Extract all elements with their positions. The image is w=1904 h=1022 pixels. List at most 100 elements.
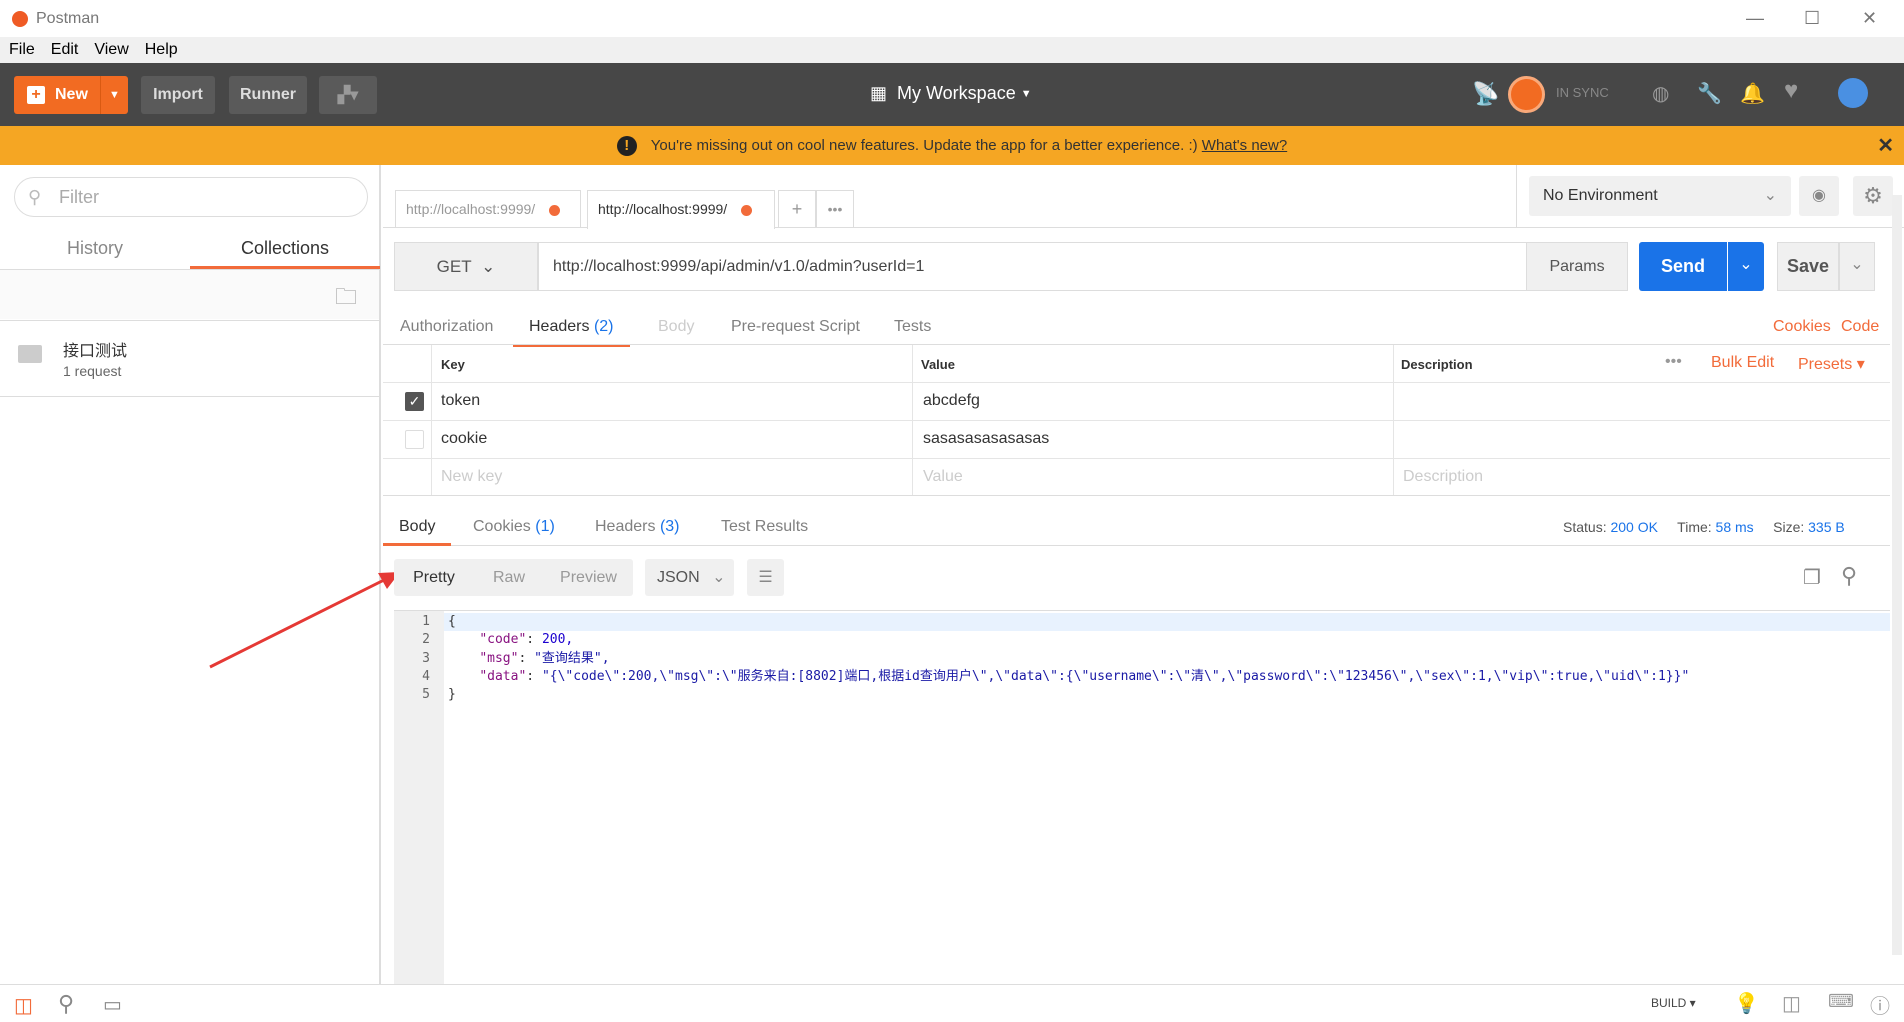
pretty-button[interactable]: Pretty (394, 559, 474, 596)
new-dropdown-icon[interactable]: ▼ (100, 76, 128, 114)
workspace-name: My Workspace (897, 83, 1016, 103)
toggle-sidebar-icon[interactable]: ◫ (14, 993, 33, 1018)
response-tab-body[interactable]: Body (383, 504, 452, 546)
help-icon[interactable]: ⓘ (1870, 990, 1890, 1019)
folder-icon (18, 345, 42, 363)
response-tab-cookies[interactable]: Cookies (1) (473, 504, 555, 544)
tab-body[interactable]: Body (658, 304, 694, 344)
whats-new-link[interactable]: What's new? (1202, 137, 1287, 154)
send-dropdown-icon[interactable]: ⌄ (1728, 242, 1764, 291)
new-tab-button[interactable]: + (778, 190, 816, 227)
column-description: Description (1401, 357, 1473, 372)
new-button[interactable]: + New ▼ (14, 76, 128, 114)
console-icon[interactable]: ▭ (103, 992, 122, 1017)
globe-icon[interactable]: ◍ (1652, 81, 1669, 106)
toolbar: + New ▼ Import Runner ▞▾ ▦ My Workspace ▼… (0, 63, 1904, 126)
header-checkbox-checked[interactable]: ✓ (405, 392, 424, 411)
url-input[interactable]: http://localhost:9999/api/admin/v1.0/adm… (538, 242, 1528, 291)
search-icon[interactable]: ⚲ (58, 991, 74, 1017)
chevron-down-icon: ⌄ (1763, 187, 1777, 204)
filter-input[interactable]: Filter (14, 177, 368, 217)
search-icon[interactable]: ⚲ (1841, 563, 1857, 589)
wrap-lines-icon[interactable]: ☰ (747, 559, 784, 596)
runner-button[interactable]: Runner (229, 76, 307, 114)
menu-file[interactable]: File (9, 41, 35, 59)
header-checkbox-unchecked[interactable] (405, 430, 424, 449)
status-value: 200 OK (1610, 519, 1658, 535)
new-value-input[interactable]: Value (923, 468, 963, 486)
plus-icon: + (27, 86, 45, 104)
preview-button[interactable]: Preview (544, 559, 633, 596)
tab-options-icon[interactable]: ••• (816, 190, 854, 227)
title-bar: Postman — ☐ ✕ (0, 0, 1904, 37)
satellite-icon[interactable]: 📡 (1472, 81, 1499, 107)
menu-edit[interactable]: Edit (51, 41, 79, 59)
presets-dropdown[interactable]: Presets ▾ (1798, 354, 1865, 374)
window-title: Postman (36, 9, 100, 27)
header-key[interactable]: cookie (441, 430, 487, 448)
tab-pre-request-script[interactable]: Pre-request Script (731, 304, 860, 344)
response-tab-headers[interactable]: Headers (3) (595, 504, 680, 544)
environment-select[interactable]: No Environment ⌄ (1529, 176, 1791, 216)
code-link[interactable]: Code (1841, 304, 1879, 344)
wrench-icon[interactable]: 🔧 (1697, 81, 1722, 106)
workspace-switcher[interactable]: ▦ My Workspace ▼ (870, 83, 1032, 104)
request-tab-1[interactable]: http://localhost:9999/ (395, 190, 581, 227)
code-text: "data": "{\"code\":200,\"msg\":\"服务来自:[8… (479, 668, 1690, 684)
maximize-button[interactable]: ☐ (1804, 8, 1820, 29)
tab-tests[interactable]: Tests (894, 304, 931, 344)
header-key[interactable]: token (441, 392, 480, 410)
warning-icon: ! (616, 135, 637, 156)
header-value[interactable]: sasasasasasasas (923, 430, 1049, 448)
status-bar: ◫ ⚲ ▭ BUILD ▾ 💡 ◫ ⌨ ⓘ (0, 984, 1904, 1022)
minimize-button[interactable]: — (1746, 8, 1764, 29)
more-options-icon[interactable]: ••• (1665, 353, 1682, 371)
new-key-input[interactable]: New key (441, 468, 502, 486)
collection-item[interactable]: 接口测试 1 request (0, 320, 379, 397)
tab-headers[interactable]: Headers (2) (513, 304, 630, 347)
new-description-input[interactable]: Description (1403, 468, 1483, 486)
unsaved-dot-icon (741, 204, 753, 216)
heart-icon[interactable]: ♥ (1784, 77, 1798, 105)
two-pane-icon[interactable]: ◫ (1782, 991, 1801, 1016)
params-button[interactable]: Params (1526, 242, 1628, 291)
request-tab-2-active[interactable]: http://localhost:9999/ (587, 190, 775, 229)
raw-button[interactable]: Raw (474, 559, 544, 596)
scrollbar[interactable] (1892, 195, 1902, 955)
tab-authorization[interactable]: Authorization (400, 304, 493, 344)
response-body-editor[interactable]: 1{2 "code": 200, 3 "msg": "查询结果", 4 "data"… (394, 610, 1890, 985)
menu-help[interactable]: Help (145, 41, 178, 59)
time-value: 58 ms (1715, 519, 1754, 535)
method-select[interactable]: GET ⌄ (394, 242, 538, 291)
copy-icon[interactable]: ❐ (1803, 565, 1821, 590)
gear-icon[interactable]: ⚙ (1853, 176, 1893, 216)
avatar[interactable] (1838, 78, 1868, 108)
lightbulb-icon[interactable]: 💡 (1734, 991, 1759, 1016)
tab-history[interactable]: History (0, 227, 190, 269)
send-button[interactable]: Send (1639, 242, 1727, 291)
close-button[interactable]: ✕ (1862, 8, 1877, 29)
sync-icon[interactable] (1508, 76, 1545, 113)
header-value[interactable]: abcdefg (923, 392, 980, 410)
build-menu[interactable]: BUILD ▾ (1651, 996, 1696, 1010)
update-banner: ! You're missing out on cool new feature… (0, 126, 1904, 165)
new-window-icon[interactable]: ▞▾ (319, 76, 377, 114)
response-tab-test-results[interactable]: Test Results (721, 504, 808, 544)
save-dropdown-icon[interactable]: ⌄ (1839, 242, 1875, 291)
new-collection-icon[interactable]: 🗀 (335, 280, 357, 318)
headers-table: Key Value Description ••• Bulk Edit Pres… (383, 344, 1890, 496)
line-number: 3 (422, 650, 430, 666)
menu-view[interactable]: View (94, 41, 128, 59)
import-button[interactable]: Import (141, 76, 215, 114)
keyboard-icon[interactable]: ⌨ (1828, 991, 1854, 1012)
banner-close-icon[interactable]: ✕ (1877, 133, 1894, 158)
cookies-link[interactable]: Cookies (1773, 304, 1831, 344)
bulk-edit-link[interactable]: Bulk Edit (1711, 354, 1774, 372)
bell-icon[interactable]: 🔔 (1740, 81, 1765, 106)
save-button[interactable]: Save (1777, 242, 1839, 291)
format-select[interactable]: JSON ⌄ (645, 559, 734, 596)
code-line: 2 "code": 200, (394, 631, 1890, 649)
eye-icon[interactable]: ◉ (1799, 176, 1839, 216)
tab-collections[interactable]: Collections (190, 227, 380, 269)
code-text: { (448, 614, 456, 629)
